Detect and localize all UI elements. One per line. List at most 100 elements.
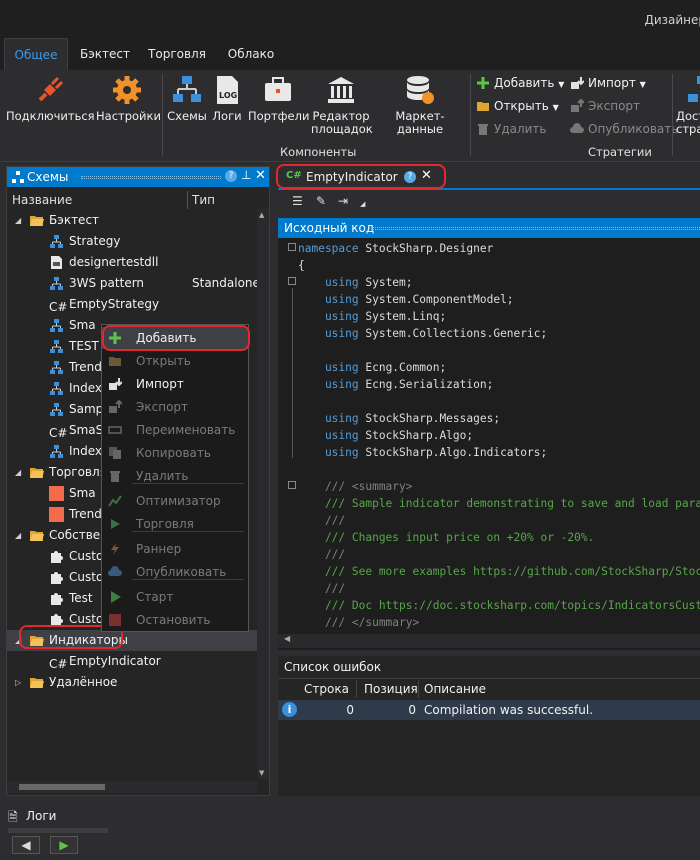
scroll-down-icon[interactable]: ▼	[259, 769, 264, 777]
column-line[interactable]: Строка	[304, 682, 349, 696]
menu-item-label: Экспорт	[136, 400, 189, 414]
strategy-red-icon	[49, 486, 64, 501]
available-label-2: стра	[676, 122, 700, 136]
logs-scrollbar[interactable]	[8, 828, 108, 833]
logs-panel-label[interactable]: Логи	[26, 809, 56, 823]
publish-strategy-button[interactable]: Опубликовать	[570, 120, 678, 138]
expand-arrow-icon[interactable]: ◢	[15, 210, 21, 231]
add-strategy-button[interactable]: Добавить ▼	[476, 74, 564, 92]
tree-scrollbar-vertical[interactable]: ▲ ▼	[257, 209, 269, 779]
code-keyword: namespace	[298, 242, 359, 255]
expand-arrow-icon[interactable]: ◢	[15, 462, 21, 483]
tab-trading[interactable]: Торговля	[142, 38, 212, 70]
menu-item-rename[interactable]: Переименовать	[102, 419, 248, 441]
menu-item-publish[interactable]: Опубликовать	[102, 561, 248, 583]
close-icon[interactable]: ✕	[255, 168, 266, 183]
settings-button[interactable]: Настройки	[96, 74, 161, 123]
list-icon[interactable]: ☰	[292, 194, 303, 208]
scroll-left-icon[interactable]: ◀	[284, 634, 290, 643]
pin-icon[interactable]: ⊥	[241, 168, 251, 182]
column-divider[interactable]	[418, 680, 419, 698]
tree-item-label: EmptyIndicator	[69, 654, 161, 668]
import-strategy-button[interactable]: Импорт ▼	[570, 74, 646, 92]
fold-toggle[interactable]	[288, 481, 296, 489]
help-icon[interactable]: ?	[225, 170, 237, 182]
fold-toggle[interactable]	[288, 243, 296, 251]
tree-folder[interactable]: ▷ Удалённое	[7, 672, 269, 693]
scroll-thumb[interactable]	[19, 784, 105, 790]
menu-item-delete[interactable]: Удалить	[102, 465, 248, 487]
menu-item-export[interactable]: Экспорт	[102, 396, 248, 418]
tree-item-label: Index	[69, 444, 103, 458]
collapse-arrow-icon[interactable]: ▷	[15, 672, 21, 693]
code-editor[interactable]: Исходный код namespace StockSharp.Design…	[278, 218, 700, 650]
code-comment: /// Sample indicator demonstrating to sa…	[298, 497, 700, 510]
drag-grip[interactable]	[81, 176, 221, 179]
tree-scrollbar-horizontal[interactable]	[7, 781, 257, 793]
csharp-icon: C#	[49, 426, 68, 440]
tree-item-label: Strategy	[69, 234, 121, 248]
code-comment: /// <summary>	[298, 480, 413, 493]
tree-item[interactable]: 3WS pattern Standalone	[7, 273, 269, 294]
column-type[interactable]: Тип	[192, 193, 215, 207]
tab-backtest[interactable]: Бэктест	[74, 38, 136, 70]
forward-button[interactable]: ▶	[50, 836, 78, 854]
column-divider[interactable]	[356, 680, 357, 698]
column-position[interactable]: Позиция	[364, 682, 418, 696]
logs-button[interactable]: LOG Логи	[210, 74, 244, 123]
plug-icon	[38, 76, 64, 102]
code-keyword: using	[298, 412, 359, 425]
tree-item-type: Standalone	[192, 276, 260, 290]
menu-item-stop[interactable]: Остановить	[102, 609, 248, 631]
tree-folder[interactable]: ◢ Бэктест	[7, 210, 269, 231]
delete-strategy-label: Удалить	[494, 122, 547, 136]
puzzle-icon	[51, 551, 63, 563]
drag-grip[interactable]	[372, 227, 700, 230]
error-row[interactable]: i 0 0 Compilation was successful.	[278, 700, 700, 720]
menu-item-optimizer[interactable]: Оптимизатор	[102, 490, 248, 512]
column-divider[interactable]	[187, 191, 188, 209]
code-text: Ecng.Common;	[358, 361, 447, 374]
menu-item-import[interactable]: Импорт	[102, 373, 248, 395]
puzzle-icon	[51, 593, 63, 605]
code-line: /// <summary>	[298, 478, 413, 495]
tree-item-label: 3WS pattern	[69, 276, 145, 290]
editor-scrollbar-horizontal[interactable]: ◀	[278, 634, 700, 648]
back-button[interactable]: ◀	[12, 836, 40, 854]
cloud-icon	[570, 123, 584, 133]
overflow-icon[interactable]: ◢	[360, 200, 365, 208]
menu-item-runner[interactable]: Раннер	[102, 538, 248, 560]
tree-item[interactable]: Strategy	[7, 231, 269, 252]
schemes-button[interactable]: Схемы	[166, 74, 208, 123]
menu-item-trading[interactable]: Торговля	[102, 513, 248, 535]
delete-strategy-button[interactable]: Удалить	[476, 120, 547, 138]
available-strategies-button[interactable]: Дост стра	[676, 74, 700, 136]
column-description[interactable]: Описание	[424, 682, 486, 696]
fold-toggle[interactable]	[288, 277, 296, 285]
tree-item-label: TEST	[69, 339, 99, 353]
error-column-header: Строка Позиция Описание	[278, 680, 700, 698]
column-name[interactable]: Название	[12, 193, 72, 207]
ribbon-separator	[672, 74, 673, 156]
board-editor-button[interactable]: Редактор площадок	[310, 74, 373, 136]
connect-button[interactable]: Подключиться	[6, 74, 95, 123]
eraser-icon[interactable]: ✎	[316, 194, 326, 208]
code-line: using StockSharp.Messages;	[298, 410, 500, 427]
tree-item[interactable]: C# EmptyStrategy	[7, 294, 269, 315]
scroll-up-icon[interactable]: ▲	[259, 211, 264, 219]
open-strategy-button[interactable]: Открыть ▼	[476, 97, 559, 115]
editor-toolbar: ☰ ✎ ⇥ ◢	[278, 192, 700, 214]
menu-item-open[interactable]: Открыть	[102, 350, 248, 372]
tree-item[interactable]: designertestdll	[7, 252, 269, 273]
indent-icon[interactable]: ⇥	[338, 194, 348, 208]
optimizer-icon	[108, 495, 122, 507]
portfolios-button[interactable]: Портфели	[248, 74, 309, 123]
export-strategy-button[interactable]: Экспорт	[570, 97, 640, 115]
menu-item-copy[interactable]: Копировать	[102, 442, 248, 464]
market-data-button[interactable]: Маркет-данные	[374, 74, 466, 136]
tab-cloud[interactable]: Облако	[220, 38, 282, 70]
tree-item[interactable]: C# EmptyIndicator	[7, 651, 269, 672]
tab-general[interactable]: Общее	[4, 38, 68, 70]
menu-item-start[interactable]: Старт	[102, 586, 248, 608]
expand-arrow-icon[interactable]: ◢	[15, 525, 21, 546]
